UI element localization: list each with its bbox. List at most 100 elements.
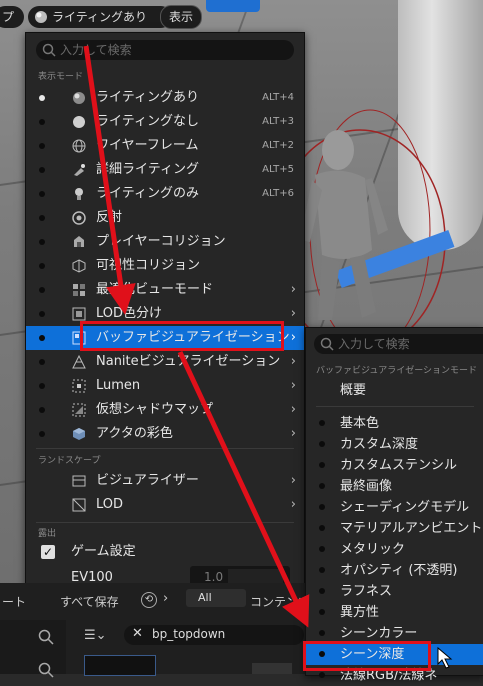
view-mode-label: ライティングのみ [96,186,199,201]
radio-dot [319,504,325,510]
game-settings-checkbox[interactable]: ✓ [41,545,55,559]
save-all-button[interactable]: すべて保存 [60,593,119,610]
radio-dot [319,483,325,489]
show-button[interactable]: 表示 [160,5,202,29]
visibility-collision-icon [72,259,86,273]
lightbulb-icon [75,188,83,200]
view-mode-label: Lumen [96,378,141,393]
buffer-item[interactable]: オパシティ (不透明) [306,560,483,581]
view-mode-item-wireframe[interactable]: ワイヤーフレーム ALT+2 [26,134,304,158]
buffer-item[interactable]: カスタムステンシル [306,455,483,476]
view-mode-item-lit[interactable]: ライティングあり ALT+4 [26,86,304,110]
view-mode-item-detail-lighting[interactable]: 詳細ライティング ALT+5 [26,158,304,182]
buffer-item-label: 概要 [340,383,367,398]
buffer-item[interactable]: ラフネス [306,581,483,602]
buffer-search-input[interactable]: 入力して検索 [314,334,483,354]
buffer-item-label: ラフネス [340,584,393,599]
shortcut-label: ALT+5 [262,164,294,175]
search-icon[interactable] [38,662,54,678]
buffer-item-label: マテリアルアンビエントオ [340,521,483,536]
lighting-mode-button[interactable]: ライティングあり [28,6,172,28]
view-mode-item-visibility-collision[interactable]: 可視性コリジョン [26,254,304,278]
filter-all-chip[interactable]: All [186,589,246,607]
view-mode-item-virtual-shadow-map[interactable]: 仮想シャドウマップ › [26,398,304,422]
asset-thumbnail[interactable] [84,655,156,676]
chevron-right-icon: › [290,426,296,441]
toolbar-fragment[interactable]: プ [0,6,24,28]
view-mode-label: 反射 [96,210,123,225]
menu-divider [316,406,474,407]
radio-dot [319,630,325,636]
radio-dot [39,119,45,125]
toolbar-fragment-label: プ [2,10,15,24]
view-mode-item-unlit[interactable]: ライティングなし ALT+3 [26,110,304,134]
view-mode-item-actor-coloration[interactable]: アクタの彩色 › [26,422,304,446]
shortcut-label: ALT+4 [262,92,294,103]
landscape-item-lod[interactable]: LOD › [26,493,304,517]
buffer-item-label: メタリック [340,542,406,557]
buffer-item[interactable]: シェーディングモデル [306,497,483,518]
asset-search-value: bp_topdown [152,627,226,641]
menu-divider [36,448,294,449]
radio-dot [319,609,325,615]
view-mode-label: 可視性コリジョン [96,258,201,273]
shortcut-label: ALT+2 [262,140,294,151]
view-mode-item-lighting-only[interactable]: ライティングのみ ALT+6 [26,182,304,206]
view-mode-item-optimization[interactable]: 最適化ビューモード › [26,278,304,302]
nanite-icon [72,355,86,369]
view-mode-search-input[interactable]: 入力して検索 [36,40,294,60]
radio-dot [319,462,325,468]
radio-dot [39,239,45,245]
view-mode-label: 仮想シャドウマップ [96,402,214,417]
section-buffer-modes: バッファビジュアライゼーションモード [316,366,478,376]
chevron-right-icon: › [290,378,296,393]
buffer-item[interactable]: マテリアルアンビエントオ [306,518,483,539]
view-mode-item-lumen[interactable]: Lumen › [26,374,304,398]
landscape-item-visualizer[interactable]: ビジュアライザー › [26,469,304,493]
buffer-item[interactable]: 基本色 [306,413,483,434]
search-placeholder: 入力して検索 [338,337,410,351]
actor-color-icon [73,428,85,440]
radio-dot [39,407,45,413]
chevron-right-icon[interactable]: › [163,591,168,606]
view-mode-label: プレイヤーコリジョン [96,234,226,249]
view-mode-item-nanite-visualization[interactable]: Naniteビジュアライゼーション › [26,350,304,374]
show-button-label: 表示 [169,10,194,24]
radio-dot [319,567,325,573]
folder-panel [0,620,66,678]
view-mode-item-reflection[interactable]: 反射 [26,206,304,230]
radio-dot [319,546,325,552]
buffer-item[interactable]: メタリック [306,539,483,560]
annotation-highlight-box [80,321,284,351]
game-settings-toggle[interactable]: ✓ ゲーム設定 [26,540,304,564]
buffer-item[interactable]: 異方性 [306,602,483,623]
radio-dot [39,311,45,317]
optimization-icon [73,284,85,296]
asset-search-input[interactable]: ✕ bp_topdown [124,625,304,645]
radio-dot [319,525,325,531]
buffer-item[interactable]: 最終画像 [306,476,483,497]
lod-icon [72,498,86,512]
content-folder-label: コンテンツ [250,595,311,609]
sphere-unlit-icon [73,116,85,128]
radio-dot [39,359,45,365]
asset-thumbnail[interactable] [252,663,292,674]
radio-dot [319,672,325,678]
chevron-right-icon: › [290,402,296,417]
clear-search-icon[interactable]: ✕ [132,626,143,641]
history-icon[interactable]: ⟲ [141,592,157,608]
filter-icon[interactable]: ☰⌄ [84,628,107,643]
view-mode-item-player-collision[interactable]: プレイヤーコリジョン [26,230,304,254]
virtual-shadow-icon [72,403,86,417]
lod-color-icon [72,307,86,321]
view-mode-label: 最適化ビューモード [96,282,214,297]
search-icon [320,337,334,351]
buffer-item-overview[interactable]: 概要 [306,379,483,403]
radio-dot [39,383,45,389]
search-icon[interactable] [38,629,54,645]
radio-dot [39,191,45,197]
buffer-item[interactable]: カスタム深度 [306,434,483,455]
detail-lighting-icon [74,164,85,176]
radio-dot [39,335,45,341]
buffer-item-label: カスタムステンシル [340,458,458,473]
